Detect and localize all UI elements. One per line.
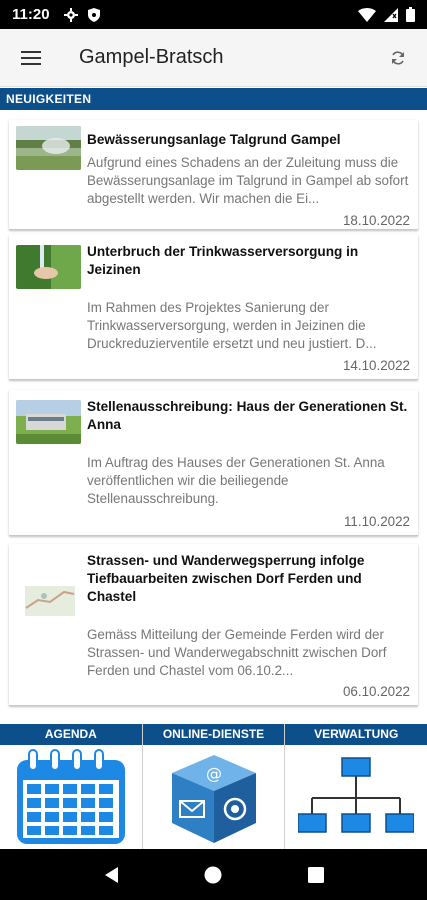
news-title: Bewässerungsanlage Talgrund Gampel [87, 132, 341, 147]
tab-agenda[interactable]: AGENDA [0, 724, 143, 849]
news-title: Stellenausschreibung: Haus der Generatio… [87, 399, 408, 432]
news-excerpt: Gemäss Mitteilung der Gemeinde Ferden wi… [87, 627, 387, 678]
settings-icon [63, 7, 78, 22]
news-thumbnail [16, 245, 81, 289]
hamburger-menu-icon [21, 50, 41, 65]
svg-text:@: @ [206, 764, 222, 783]
news-date: 11.10.2022 [343, 514, 410, 529]
news-thumbnail [16, 126, 81, 170]
section-header: NEUIGKEITEN [0, 88, 427, 110]
home-icon[interactable] [203, 865, 223, 885]
org-chart-icon [298, 757, 415, 833]
news-title: Strassen- und Wanderwegsperrung infolge … [87, 553, 365, 604]
back-icon[interactable] [102, 865, 120, 885]
wifi-icon [358, 7, 376, 22]
tab-label: ONLINE-DIENSTE [142, 724, 285, 745]
news-item[interactable]: Strassen- und Wanderwegsperrung infolge … [9, 544, 418, 706]
news-excerpt: Im Auftrag des Hauses der Generationen S… [87, 455, 385, 506]
refresh-icon [392, 50, 404, 65]
tab-label: VERWALTUNG [285, 724, 427, 745]
status-bar: 11:20 [0, 0, 427, 29]
bottom-tabs: AGENDA ONLINE-DIENSTE @ VERWALTUNG [0, 724, 427, 849]
news-excerpt: Im Rahmen des Projektes Sanierung der Tr… [87, 300, 377, 351]
building-photo-icon [16, 400, 81, 444]
water-hand-photo-icon [16, 245, 81, 289]
news-date: 18.10.2022 [342, 213, 410, 228]
map-photo-icon [16, 582, 81, 620]
calendar-icon [16, 749, 125, 844]
news-date: 14.10.2022 [342, 358, 410, 373]
news-item[interactable]: Unterbruch der Trinkwasserversorgung in … [9, 235, 418, 380]
news-item[interactable]: Stellenausschreibung: Haus der Generatio… [9, 390, 418, 536]
system-nav-bar [0, 849, 427, 900]
news-thumbnail [16, 582, 81, 620]
news-excerpt: Aufgrund eines Schadens an der Zuleitung… [87, 155, 409, 206]
tab-label: AGENDA [0, 724, 142, 745]
menu-button[interactable] [0, 29, 62, 87]
news-date: 06.10.2022 [342, 684, 410, 699]
irrigation-photo-icon [16, 126, 81, 170]
online-services-icon: @ [171, 755, 256, 843]
recents-icon[interactable] [307, 866, 325, 884]
app-title: Gampel-Bratsch [79, 46, 224, 68]
news-item[interactable]: Bewässerungsanlage Talgrund Gampel Aufgr… [9, 120, 418, 230]
signal-icon [384, 7, 398, 22]
tab-online-dienste[interactable]: ONLINE-DIENSTE @ [142, 724, 286, 849]
news-thumbnail [16, 400, 81, 444]
battery-icon [406, 7, 415, 22]
news-title: Unterbruch der Trinkwasserversorgung in … [87, 244, 359, 277]
refresh-button[interactable] [369, 29, 427, 87]
status-time: 11:20 [12, 6, 50, 23]
tab-verwaltung[interactable]: VERWALTUNG [285, 724, 427, 849]
shield-icon [87, 7, 100, 22]
app-bar: Gampel-Bratsch [0, 29, 427, 87]
